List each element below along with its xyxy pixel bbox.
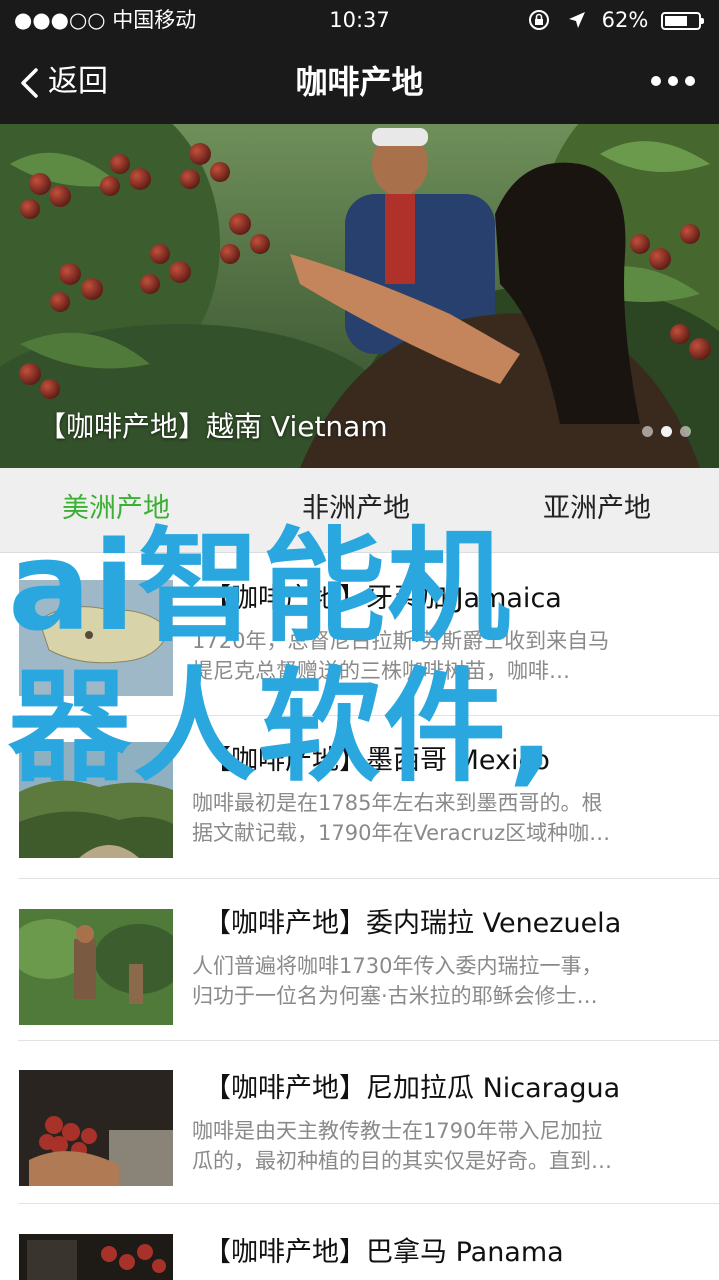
divider (18, 878, 719, 879)
list-item[interactable]: 【咖啡产地】巴拿马 Panama (0, 1234, 719, 1280)
carousel-dot (680, 426, 691, 437)
page-title: 咖啡产地 (295, 63, 424, 101)
item-description: 人们普遍将咖啡1730年传入委内瑞拉一事， 归功于一位名为何塞·古米拉的耶稣会修… (192, 951, 692, 1011)
landscape-image (19, 742, 173, 858)
coffee-bag-image (19, 1234, 173, 1280)
carousel-indicator[interactable] (634, 422, 691, 437)
item-description: 咖啡是由天主教传教士在1790年带入尼加拉 瓜的，最初种植的目的其实仅是好奇。直… (192, 1116, 692, 1176)
list-item[interactable]: 【咖啡产地】牙买加 Jamaica 1720年，总督尼古拉斯·劳斯爵士收到来自马… (0, 580, 719, 742)
desc-line: 咖啡是由天主教传教士在1790年带入尼加拉 (192, 1119, 603, 1143)
item-title: 【咖啡产地】委内瑞拉 Venezuela (204, 908, 622, 939)
tab-americas[interactable]: 美洲产地 (62, 490, 170, 528)
item-title: 【咖啡产地】牙买加 Jamaica (204, 583, 562, 614)
more-dot-icon (685, 76, 695, 86)
desc-line: 提尼克总督赠送的三株咖啡树苗，咖啡… (192, 659, 570, 683)
divider (18, 1203, 719, 1204)
status-bar: ●●●○○ 中国移动 10:37 62% (0, 0, 719, 40)
more-menu-button[interactable] (649, 70, 697, 94)
tab-asia[interactable]: 亚洲产地 (543, 490, 651, 528)
item-thumbnail (19, 1234, 173, 1280)
hero-caption: 【咖啡产地】越南 Vietnam (38, 410, 388, 443)
region-tabs: 美洲产地 非洲产地 亚洲产地 (0, 468, 719, 553)
list-item[interactable]: 【咖啡产地】委内瑞拉 Venezuela 人们普遍将咖啡1730年传入委内瑞拉一… (0, 905, 719, 1067)
desc-line: 咖啡最初是在1785年左右来到墨西哥的。根 (192, 791, 603, 815)
desc-line: 人们普遍将咖啡1730年传入委内瑞拉一事， (192, 954, 603, 978)
battery-percent: 62% (601, 8, 649, 32)
carousel-dot (642, 426, 653, 437)
item-title: 【咖啡产地】尼加拉瓜 Nicaragua (204, 1073, 621, 1104)
farm-image (19, 909, 173, 1025)
more-dot-icon (668, 76, 678, 86)
desc-line: 1720年，总督尼古拉斯·劳斯爵士收到来自马 (192, 629, 610, 653)
item-thumbnail (19, 742, 173, 858)
item-thumbnail (19, 1070, 173, 1186)
list-item[interactable]: 【咖啡产地】墨西哥 Mexico 咖啡最初是在1785年左右来到墨西哥的。根 据… (0, 742, 719, 904)
desc-line: 据文献记载，1790年在Veracruz区域种咖… (192, 821, 611, 845)
item-description: 1720年，总督尼古拉斯·劳斯爵士收到来自马 提尼克总督赠送的三株咖啡树苗，咖啡… (192, 626, 692, 686)
divider (18, 1040, 719, 1041)
item-thumbnail (19, 909, 173, 1025)
more-dot-icon (651, 76, 661, 86)
desc-line: 瓜的，最初种植的目的其实仅是好奇。直到… (192, 1149, 612, 1173)
carousel-dot-active (661, 426, 672, 437)
map-image (19, 580, 173, 696)
coffee-cherries-image (19, 1070, 173, 1186)
item-title: 【咖啡产地】巴拿马 Panama (204, 1237, 564, 1268)
desc-line: 归功于一位名为何塞·古米拉的耶稣会修士… (192, 984, 598, 1008)
status-right: 62% (528, 6, 704, 34)
navigation-bar: 返回 咖啡产地 (0, 40, 719, 124)
item-thumbnail (19, 580, 173, 696)
list-item[interactable]: 【咖啡产地】尼加拉瓜 Nicaragua 咖啡是由天主教传教士在1790年带入尼… (0, 1070, 719, 1232)
item-title: 【咖啡产地】墨西哥 Mexico (204, 745, 550, 776)
item-description: 咖啡最初是在1785年左右来到墨西哥的。根 据文献记载，1790年在Veracr… (192, 788, 692, 848)
rotation-lock-icon (529, 10, 550, 30)
location-arrow-icon (568, 12, 585, 28)
battery-icon (661, 12, 704, 30)
tab-africa[interactable]: 非洲产地 (302, 490, 410, 528)
divider (18, 715, 719, 716)
